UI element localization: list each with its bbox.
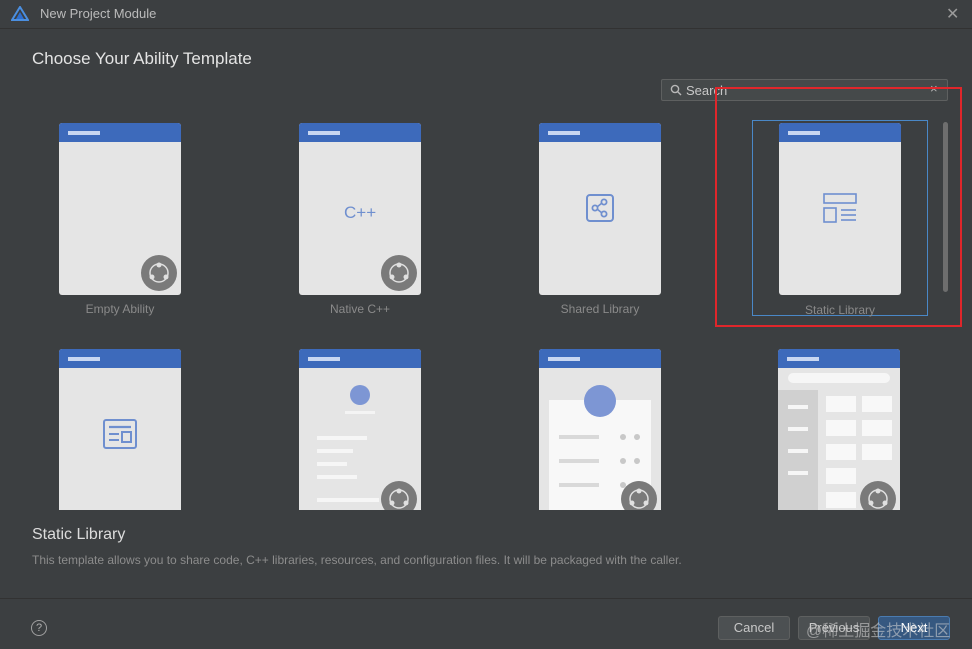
template-preview-card [299, 349, 421, 510]
template-label: Static Library [804, 303, 876, 317]
window-title: New Project Module [40, 6, 157, 21]
template-preview-card [59, 123, 181, 295]
scrollbar-thumb[interactable] [943, 122, 948, 292]
template-preview-card [539, 123, 661, 295]
cpp-icon: C++ [344, 203, 377, 222]
search-icon [670, 84, 682, 96]
open-harmony-badge-icon [860, 481, 896, 510]
template-preview-card [778, 349, 900, 510]
form-card-icon [103, 419, 137, 449]
open-harmony-badge-icon [381, 481, 417, 510]
template-avatar-detail[interactable] [512, 346, 688, 510]
previous-button[interactable]: Previous [798, 616, 870, 640]
template-static-library[interactable]: Static Library [752, 120, 928, 317]
template-description-title: Static Library [32, 526, 126, 543]
library-layout-icon [823, 193, 857, 223]
help-icon[interactable]: ? [31, 620, 47, 636]
clear-search-icon[interactable]: × [930, 81, 938, 96]
footer-divider [0, 598, 972, 599]
next-button[interactable]: Next [878, 616, 950, 640]
page-heading: Choose Your Ability Template [32, 49, 252, 68]
template-preview-card [539, 349, 661, 510]
title-bar: New Project Module ✕ [0, 0, 972, 29]
template-preview-card: C++ [299, 123, 421, 295]
template-preview-card [59, 349, 181, 510]
open-harmony-badge-icon [621, 481, 657, 510]
search-input[interactable] [686, 81, 926, 99]
template-label: Native C++ [329, 302, 391, 316]
cancel-button[interactable]: Cancel [718, 616, 790, 640]
close-icon[interactable]: ✕ [946, 4, 959, 24]
template-label: Shared Library [560, 302, 640, 316]
gallery-scrollbar[interactable] [941, 120, 949, 510]
template-shared-library[interactable]: Shared Library [512, 120, 688, 316]
template-label: Empty Ability [85, 302, 155, 316]
open-harmony-badge-icon [381, 255, 417, 291]
deveco-logo-icon [11, 6, 29, 21]
template-profile-list[interactable] [272, 346, 448, 510]
template-form-card[interactable] [32, 346, 208, 510]
template-preview-card [779, 123, 901, 295]
template-gallery: Empty Ability C++ Native C++ Shared Libr… [0, 108, 940, 510]
template-grid-layout[interactable] [752, 346, 928, 510]
search-box[interactable]: × [661, 79, 948, 101]
share-icon [586, 194, 614, 222]
template-empty-ability[interactable]: Empty Ability [32, 120, 208, 316]
template-native-cpp[interactable]: C++ Native C++ [272, 120, 448, 316]
open-harmony-badge-icon [141, 255, 177, 291]
template-description-text: This template allows you to share code, … [32, 553, 682, 567]
